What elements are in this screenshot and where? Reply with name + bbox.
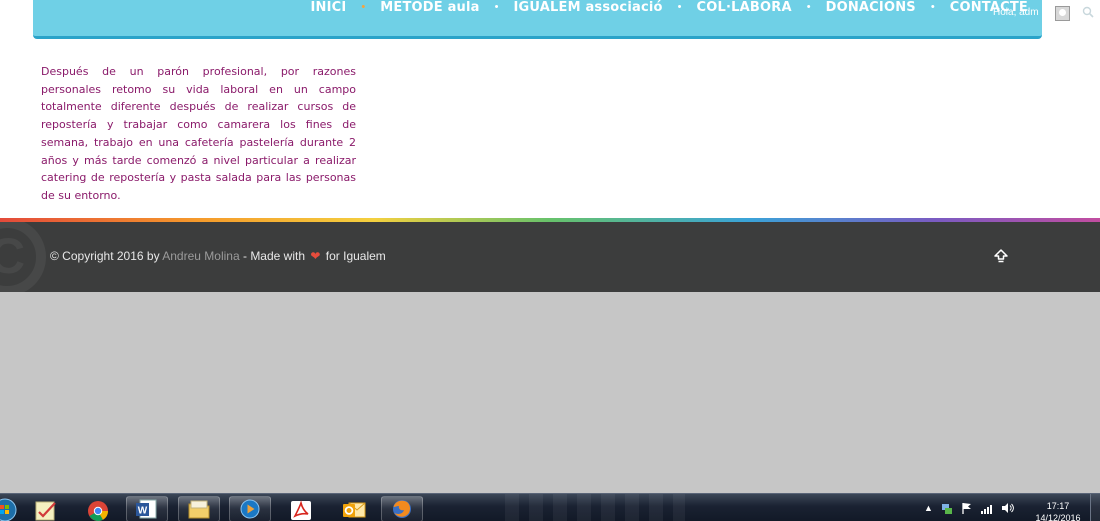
show-hidden-icons-icon[interactable]: ▲: [924, 503, 933, 513]
main-nav-bar: INICI • METODE aula • IGUALEM associació…: [33, 0, 1042, 39]
action-center-flag-icon[interactable]: [961, 501, 973, 515]
nav-item-inici[interactable]: INICI: [310, 0, 346, 15]
firefox-taskbar-button[interactable]: [381, 496, 423, 521]
taskbar-background-pattern: [505, 494, 685, 521]
heart-icon: ❤: [310, 249, 321, 263]
sticky-notes-icon[interactable]: [33, 498, 59, 521]
outlook-icon[interactable]: [341, 498, 367, 521]
nav-separator: •: [677, 1, 682, 13]
volume-icon[interactable]: [1001, 501, 1015, 515]
main-content-area: INICI • METODE aula • IGUALEM associació…: [0, 0, 1100, 220]
clock-date: 14/12/2016: [1035, 513, 1081, 521]
windows-taskbar: W ▲ 17:17 14/12/2016: [0, 493, 1100, 521]
word-icon: W: [136, 499, 157, 519]
copyright-prefix: © Copyright 2016 by: [50, 249, 160, 263]
site-footer: C © Copyright 2016 by Andreu Molina - Ma…: [0, 222, 1100, 292]
nav-separator: •: [361, 1, 366, 13]
nav-separator: •: [930, 1, 935, 13]
nav-separator: •: [494, 1, 499, 13]
search-icon[interactable]: [1082, 6, 1094, 18]
scroll-to-top-icon[interactable]: [993, 248, 1009, 264]
copyright-line: © Copyright 2016 by Andreu Molina - Made…: [50, 249, 386, 263]
browser-viewport: INICI • METODE aula • IGUALEM associació…: [0, 0, 1100, 521]
chrome-icon[interactable]: [85, 498, 111, 521]
show-desktop-button[interactable]: [1090, 494, 1100, 521]
media-player-taskbar-button[interactable]: [229, 496, 271, 521]
for-igualem-text: for Igualem: [325, 249, 386, 263]
admin-greeting[interactable]: Hola, adm: [993, 7, 1039, 18]
acrobat-icon[interactable]: [288, 498, 314, 521]
svg-text:W: W: [138, 506, 148, 517]
made-with-text: - Made with: [242, 249, 306, 263]
media-player-icon: [240, 499, 260, 519]
nav-item-igualem-associacio[interactable]: IGUALEM associació: [514, 0, 663, 15]
nav-menu: INICI • METODE aula • IGUALEM associació…: [310, 0, 1028, 15]
signal-strength-icon[interactable]: [980, 501, 994, 515]
user-avatar-icon[interactable]: [1055, 6, 1070, 21]
firefox-icon: [393, 500, 411, 518]
system-tray: ▲: [924, 494, 1015, 521]
start-orb-icon[interactable]: [0, 498, 18, 521]
file-explorer-icon: [188, 500, 210, 519]
clock-time: 17:17: [1046, 501, 1070, 511]
nav-item-metode-aula[interactable]: METODE aula: [380, 0, 479, 15]
network-status-icon[interactable]: [940, 501, 954, 515]
author-link[interactable]: Andreu Molina: [162, 249, 239, 263]
nav-item-donacions[interactable]: DONACIONS: [826, 0, 916, 15]
copyright-watermark-icon: C: [0, 222, 46, 292]
explorer-taskbar-button[interactable]: [178, 496, 220, 521]
bio-paragraph: Después de un parón profesional, por raz…: [41, 65, 356, 202]
word-taskbar-button[interactable]: W: [126, 496, 168, 521]
taskbar-clock[interactable]: 17:17 14/12/2016: [1030, 500, 1086, 521]
nav-item-col-labora[interactable]: COL·LABORA: [697, 0, 792, 15]
nav-separator: •: [806, 1, 811, 13]
